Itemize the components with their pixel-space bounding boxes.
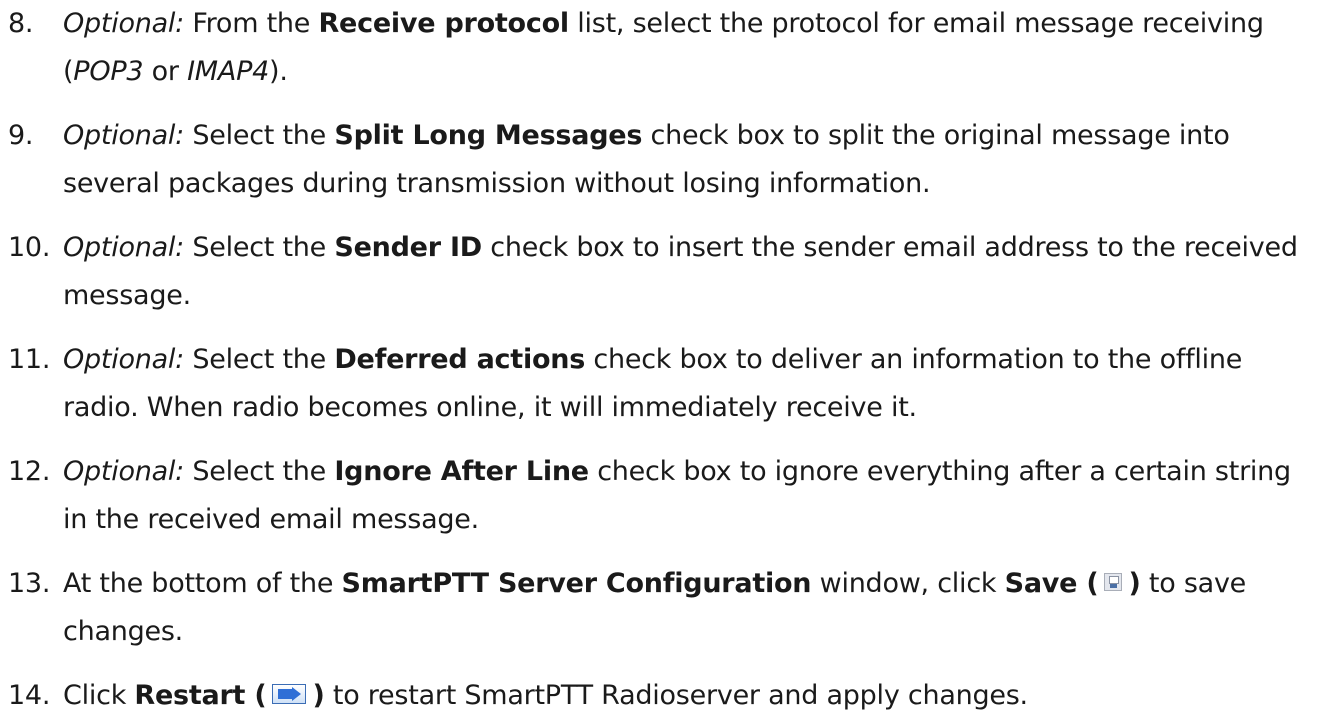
ui-term-split-long-messages: Split Long Messages bbox=[334, 120, 643, 151]
step-number: 8. bbox=[8, 8, 34, 39]
step-number: 12. bbox=[8, 456, 51, 487]
step-line: Optional: Select the Sender ID check box… bbox=[63, 224, 1321, 272]
step-number: 9. bbox=[8, 120, 34, 151]
step-number: 11. bbox=[8, 344, 51, 375]
ui-term-server-configuration: SmartPTT Server Configuration bbox=[341, 568, 812, 599]
step-text: ). bbox=[269, 56, 288, 87]
step-line: At the bottom of the SmartPTT Server Con… bbox=[63, 560, 1321, 608]
ui-term-restart: Restart ( bbox=[134, 680, 267, 711]
step-text: check box to insert the sender email add… bbox=[481, 232, 1298, 263]
step-line: in the received email message. bbox=[63, 504, 479, 535]
step-text: Select the bbox=[184, 232, 335, 263]
restart-icon bbox=[272, 683, 307, 704]
step-text: window, click bbox=[811, 568, 1005, 599]
step-body: At the bottom of the SmartPTT Server Con… bbox=[63, 560, 1321, 656]
step-text: list, select the protocol for email mess… bbox=[568, 8, 1264, 39]
ui-term-deferred-actions: Deferred actions bbox=[334, 344, 586, 375]
step-text: ( bbox=[63, 56, 74, 87]
step-body: Optional: Select the Ignore After Line c… bbox=[63, 448, 1321, 544]
step-line: radio. When radio becomes online, it wil… bbox=[63, 392, 917, 423]
ui-term-sender-id: Sender ID bbox=[334, 232, 482, 263]
optional-label: Optional: bbox=[63, 120, 185, 151]
ui-term-receive-protocol: Receive protocol bbox=[318, 8, 569, 39]
step-text: or bbox=[143, 56, 188, 87]
step-line: Optional: Select the Split Long Messages… bbox=[63, 112, 1321, 160]
step-line: Optional: From the Receive protocol list… bbox=[63, 0, 1321, 48]
optional-label: Optional: bbox=[63, 232, 185, 263]
ui-term-save: Save ( bbox=[1004, 568, 1099, 599]
step-text: Select the bbox=[184, 120, 335, 151]
step-text: to restart SmartPTT Radioserver and appl… bbox=[324, 680, 1028, 711]
step-line: message. bbox=[63, 280, 191, 311]
step-line: several packages during transmission wit… bbox=[63, 168, 931, 199]
step-body: Optional: Select the Split Long Messages… bbox=[63, 112, 1321, 208]
step-text: Select the bbox=[184, 344, 335, 375]
ui-term-restart-close: ) bbox=[312, 680, 325, 711]
step-body: Optional: From the Receive protocol list… bbox=[63, 0, 1321, 96]
step-line: Optional: Select the Ignore After Line c… bbox=[63, 448, 1321, 496]
step-text: Select the bbox=[184, 456, 335, 487]
step-text: check box to deliver an information to t… bbox=[585, 344, 1243, 375]
step-number: 10. bbox=[8, 232, 51, 263]
step-text: Click bbox=[63, 680, 135, 711]
step-body: Optional: Select the Sender ID check box… bbox=[63, 224, 1321, 320]
optional-label: Optional: bbox=[63, 456, 185, 487]
step-line: changes. bbox=[63, 616, 184, 647]
step-line: Optional: Select the Deferred actions ch… bbox=[63, 336, 1321, 384]
step-line: (POP3 or IMAP4). bbox=[63, 48, 1321, 96]
ui-term-save-close: ) bbox=[1128, 568, 1141, 599]
procedure-steps: 8. Optional: From the Receive protocol l… bbox=[0, 0, 1323, 713]
optional-label: Optional: bbox=[63, 344, 185, 375]
step-text: check box to ignore everything after a c… bbox=[588, 456, 1291, 487]
ui-term-ignore-after-line: Ignore After Line bbox=[334, 456, 589, 487]
optional-label: Optional: bbox=[63, 8, 185, 39]
save-icon bbox=[1104, 572, 1123, 591]
protocol-imap4: IMAP4 bbox=[187, 56, 270, 87]
protocol-pop3: POP3 bbox=[73, 56, 144, 87]
step-text: At the bottom of the bbox=[63, 568, 342, 599]
step-body: Optional: Select the Deferred actions ch… bbox=[63, 336, 1321, 432]
step-text: check box to split the original message … bbox=[642, 120, 1230, 151]
step-text: From the bbox=[184, 8, 319, 39]
step-number: 13. bbox=[8, 568, 51, 599]
step-text: to save bbox=[1140, 568, 1247, 599]
